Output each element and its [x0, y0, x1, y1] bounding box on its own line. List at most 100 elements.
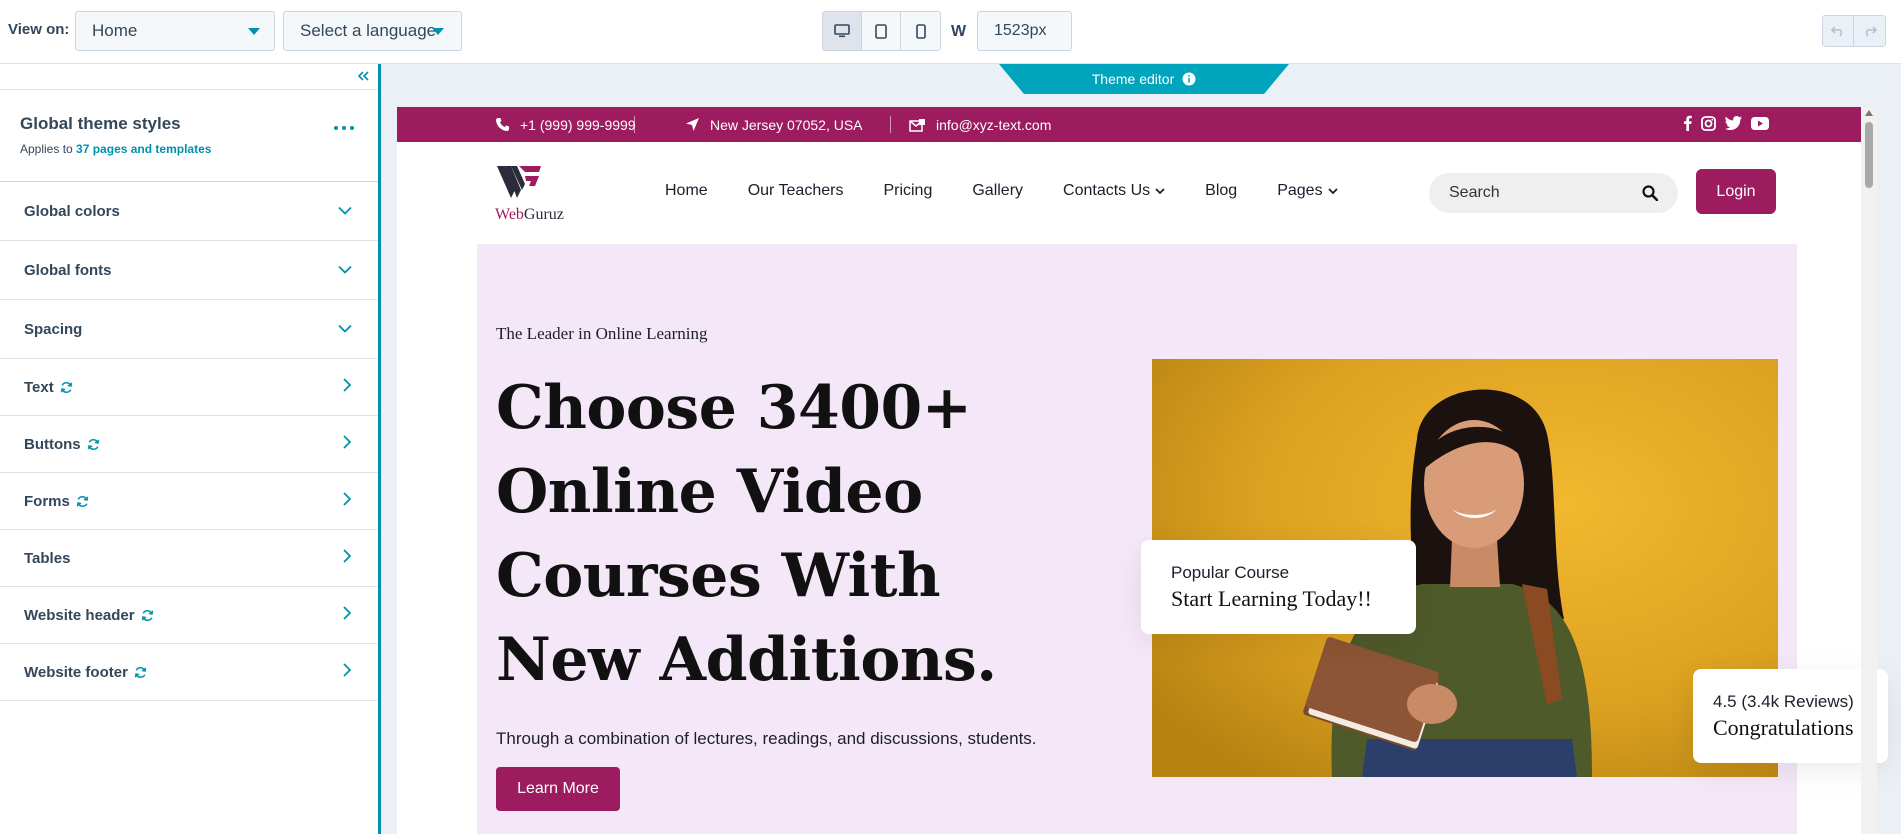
nav-item-label: Pricing [883, 182, 933, 199]
panel-header: Global theme styles Applies to 37 pages … [0, 90, 378, 182]
scroll-thumb[interactable] [1865, 122, 1873, 188]
desktop-icon [834, 24, 850, 38]
login-button[interactable]: Login [1696, 169, 1776, 214]
instagram-icon[interactable] [1701, 115, 1716, 131]
preview-area: Theme editor +1 (999) 999-9999 New Jerse… [381, 64, 1901, 834]
undo-button[interactable] [1823, 16, 1854, 46]
section-website-footer[interactable]: Website footer [0, 644, 378, 701]
section-label: Website footer [24, 663, 128, 681]
twitter-icon[interactable] [1725, 116, 1742, 130]
nav-item-contacts-us[interactable]: Contacts Us [1063, 182, 1165, 200]
section-label: Global colors [24, 202, 120, 220]
nav-item-label: Gallery [972, 182, 1024, 199]
hero-section: The Leader in Online Learning Choose 340… [477, 244, 1888, 834]
phone-icon [496, 118, 509, 131]
chevron-right-icon [343, 606, 352, 624]
section-website-header[interactable]: Website header [0, 587, 378, 644]
section-forms[interactable]: Forms [0, 473, 378, 530]
section-global-fonts[interactable]: Global fonts [0, 241, 378, 300]
section-tables[interactable]: Tables [0, 530, 378, 587]
section-label: Spacing [24, 320, 83, 338]
desktop-view-button[interactable] [823, 12, 862, 50]
section-label: Buttons [24, 435, 81, 453]
chevron-down-icon [338, 262, 352, 279]
redo-button[interactable] [1854, 16, 1885, 46]
reviews-rating: 4.5 (3.4k Reviews) [1713, 692, 1854, 711]
nav-item-label: Blog [1205, 182, 1238, 199]
facebook-icon[interactable] [1683, 115, 1692, 131]
width-input[interactable]: 1523px [977, 11, 1072, 51]
learn-more-button[interactable]: Learn More [496, 767, 620, 811]
location-text: New Jersey 07052, USA [710, 116, 863, 133]
sync-icon [141, 609, 154, 622]
search-icon[interactable] [1642, 185, 1658, 201]
popular-course-card: Popular Course Start Learning Today!! [1141, 540, 1416, 634]
section-global-colors[interactable]: Global colors [0, 182, 378, 241]
chevron-down-icon [338, 203, 352, 220]
scroll-up-icon[interactable] [1865, 110, 1873, 116]
mobile-view-button[interactable] [901, 12, 940, 50]
popular-course-label: Popular Course [1171, 563, 1290, 582]
language-select-value: Select a language [300, 21, 437, 40]
device-switcher [822, 11, 941, 51]
caret-down-icon [248, 28, 260, 35]
nav-item-gallery[interactable]: Gallery [972, 182, 1023, 200]
section-buttons[interactable]: Buttons [0, 416, 378, 473]
nav-item-label: Our Teachers [747, 182, 844, 199]
caret-down-icon [432, 28, 444, 35]
panel-subtitle: Applies to 37 pages and templates [20, 142, 211, 156]
sync-icon [134, 666, 147, 679]
chevron-down-icon [1327, 182, 1338, 200]
nav-item-label: Pages [1277, 182, 1323, 199]
panel-subtitle-prefix: Applies to [20, 142, 77, 156]
language-select[interactable]: Select a language [283, 11, 462, 51]
nav-item-pages[interactable]: Pages [1277, 182, 1338, 200]
section-spacing[interactable]: Spacing [0, 300, 378, 359]
chevron-right-icon [343, 492, 352, 510]
panel-title: Global theme styles [20, 114, 181, 133]
website-preview: +1 (999) 999-9999 New Jersey 07052, USA … [397, 107, 1888, 834]
phone-text: +1 (999) 999-9999 [520, 116, 636, 133]
sync-icon [60, 381, 73, 394]
page-select-value: Home [92, 21, 138, 40]
info-icon[interactable] [1182, 72, 1196, 86]
reviews-card: 4.5 (3.4k Reviews) Congratulations [1693, 669, 1888, 763]
pages-templates-link[interactable]: 37 pages and templates [76, 142, 211, 156]
nav-item-pricing[interactable]: Pricing [883, 182, 932, 200]
nav-item-home[interactable]: Home [665, 182, 708, 200]
more-options-icon[interactable] [334, 126, 354, 130]
start-learning-text: Start Learning Today!! [1171, 586, 1372, 611]
width-label: W [951, 23, 967, 40]
top-toolbar: View on: Home Select a language W 1523px [0, 0, 1901, 64]
email-icon [909, 118, 925, 132]
main-nav: Home Our Teachers Pricing Gallery Contacts U… [665, 142, 1378, 240]
site-navbar: WebGuruz Home Our Teachers Pricing Gallery C… [397, 142, 1877, 240]
view-on-label: View on: [8, 21, 70, 38]
undo-icon [1831, 26, 1843, 37]
email-text: info@xyz-text.com [936, 116, 1052, 133]
email-item[interactable]: info@xyz-text.com [909, 107, 1051, 142]
preview-scrollbar[interactable] [1861, 107, 1877, 834]
theme-editor-tab: Theme editor [999, 64, 1289, 94]
section-label: Global fonts [24, 261, 112, 279]
chevron-right-icon [343, 663, 352, 681]
history-controls [1822, 15, 1886, 47]
site-search-input[interactable]: Search [1429, 173, 1678, 213]
section-label: Text [24, 378, 54, 396]
chevron-right-icon [343, 378, 352, 396]
location-arrow-icon [686, 118, 699, 131]
tablet-view-button[interactable] [862, 12, 901, 50]
nav-item-our-teachers[interactable]: Our Teachers [748, 182, 844, 200]
section-label: Forms [24, 492, 70, 510]
sync-icon [87, 438, 100, 451]
nav-item-blog[interactable]: Blog [1205, 182, 1237, 200]
hero-headline: Choose 3400+ Online Video Courses With N… [496, 373, 997, 695]
phone-item[interactable]: +1 (999) 999-9999 [495, 107, 636, 142]
page-select[interactable]: Home [75, 11, 275, 51]
youtube-icon[interactable] [1751, 116, 1769, 130]
panel-collapse-row [0, 64, 378, 90]
location-item: New Jersey 07052, USA [685, 107, 863, 142]
section-text[interactable]: Text [0, 359, 378, 416]
collapse-panel-icon[interactable] [357, 69, 369, 87]
webguruz-logo[interactable] [495, 162, 543, 204]
